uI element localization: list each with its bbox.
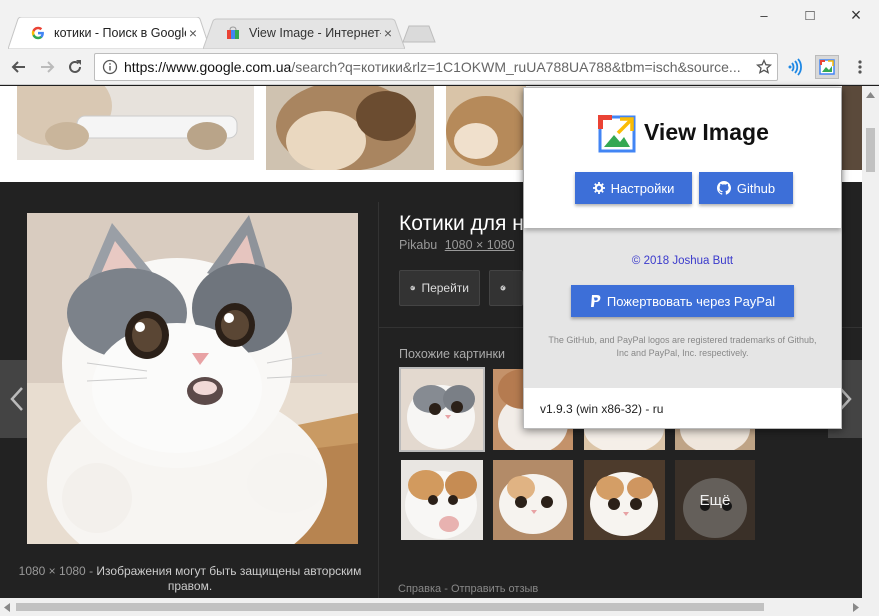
source-site: Pikabu <box>399 238 438 252</box>
help-link[interactable]: Справка <box>398 583 441 595</box>
similar-image[interactable] <box>584 460 665 540</box>
popup-title: View Image <box>644 119 769 145</box>
arrow-left-icon <box>11 61 25 73</box>
bookmark-star-icon[interactable] <box>751 59 777 75</box>
caption-separator: - <box>89 564 94 578</box>
view-image-button[interactable] <box>489 270 523 306</box>
view-image-logo-icon <box>819 59 835 75</box>
image-size-link[interactable]: 1080 × 1080 <box>445 238 515 252</box>
more-vertical-icon <box>858 60 862 74</box>
copyright-warning: Изображения могут быть защищены авторски… <box>96 564 362 593</box>
paypal-label: Пожертвовать через PayPal <box>606 293 776 309</box>
version-info: v1.9.3 (win x86-32) - ru <box>540 402 664 416</box>
close-icon: × <box>850 4 862 25</box>
similar-images-heading: Похожие картинки <box>399 347 505 361</box>
close-window-button[interactable]: × <box>833 0 879 30</box>
url-text[interactable]: https://www.google.com.ua/search?q=котик… <box>124 59 751 75</box>
image-caption: 1080 × 1080 - Изображения могут быть защ… <box>0 564 380 594</box>
visit-page-button[interactable]: Перейти <box>399 270 480 306</box>
result-thumbnail[interactable] <box>446 86 526 170</box>
settings-label: Настройки <box>610 180 675 196</box>
settings-button[interactable]: Настройки <box>575 172 692 204</box>
similar-image[interactable] <box>493 460 573 540</box>
maximize-button[interactable]: □ <box>787 0 833 30</box>
main-kitten-image[interactable] <box>27 213 358 544</box>
image-source: Pikabu 1080 × 1080 <box>399 238 515 252</box>
caption-size: 1080 × 1080 <box>18 564 86 578</box>
github-icon <box>716 181 731 195</box>
chrome-store-favicon-icon <box>225 25 241 41</box>
result-thumbnail[interactable] <box>842 86 862 170</box>
tab-title: View Image - Интернет-магазин Chrome <box>249 26 381 40</box>
tab-close-icon[interactable]: × <box>186 25 200 41</box>
popup-header: View Image Настройки Github <box>524 88 841 228</box>
scroll-left-icon[interactable] <box>4 603 10 612</box>
popup-body: © 2018 Joshua Butt Пожертвовать через Pa… <box>524 228 841 388</box>
reload-button[interactable] <box>63 55 87 79</box>
address-bar[interactable]: https://www.google.com.ua/search?q=котик… <box>94 53 778 81</box>
vertical-scrollbar[interactable] <box>862 86 879 598</box>
vertical-scroll-thumb[interactable] <box>866 128 875 172</box>
viewer-divider <box>378 202 379 598</box>
scroll-up-icon[interactable] <box>866 92 875 98</box>
minimize-icon: – <box>760 7 768 23</box>
paypal-donate-button[interactable]: Пожертвовать через PayPal <box>571 285 794 317</box>
visit-label: Перейти <box>421 281 469 295</box>
tab-close-icon[interactable]: × <box>381 25 395 41</box>
url-path: /search?q=котики&rlz=1C1OKWM_ruUA788UA78… <box>291 59 741 75</box>
result-thumbnail[interactable] <box>266 86 434 170</box>
viewer-footer: Справка - Отправить отзыв <box>398 583 538 595</box>
minimize-button[interactable]: – <box>741 0 787 30</box>
back-button[interactable] <box>7 55 31 79</box>
paypal-icon <box>590 294 601 307</box>
tab-google-search[interactable]: котики - Поиск в Google × <box>8 17 210 49</box>
result-thumbnail[interactable] <box>17 86 254 160</box>
more-label: Ещё <box>699 491 731 509</box>
arrow-right-icon <box>41 61 55 73</box>
chrome-menu-button[interactable] <box>848 55 872 79</box>
view-image-popup: View Image Настройки Github © 2018 Joshu… <box>523 87 842 429</box>
broadcast-icon <box>788 58 802 76</box>
similar-image[interactable] <box>401 460 483 540</box>
trademark-notice: The GitHub, and PayPal logos are registe… <box>548 335 817 358</box>
maximize-icon: □ <box>805 6 815 24</box>
scroll-right-icon[interactable] <box>853 603 859 612</box>
reload-icon <box>69 60 81 73</box>
new-tab-button[interactable] <box>402 25 436 43</box>
cast-extension-button[interactable] <box>784 55 808 79</box>
chevron-left-icon <box>10 387 23 411</box>
tab-view-image-store[interactable]: View Image - Интернет-магазин Chrome × <box>203 17 405 49</box>
view-image-extension-button[interactable] <box>815 55 839 79</box>
globe-icon <box>410 285 415 291</box>
copyright-link[interactable]: © 2018 Joshua Butt <box>524 255 841 267</box>
google-favicon-icon <box>30 25 46 41</box>
url-host: https://www.google.com.ua <box>124 59 292 75</box>
github-label: Github <box>736 180 776 196</box>
toolbar: https://www.google.com.ua/search?q=котик… <box>0 49 879 85</box>
info-icon[interactable] <box>101 58 119 76</box>
globe-icon <box>500 285 506 291</box>
feedback-link[interactable]: Отправить отзыв <box>451 583 538 595</box>
forward-button[interactable] <box>35 55 59 79</box>
more-images-button[interactable]: Ещё <box>675 460 755 540</box>
tab-title: котики - Поиск в Google <box>54 26 186 40</box>
gear-icon <box>592 182 605 194</box>
view-image-logo-icon <box>598 115 636 153</box>
horizontal-scroll-thumb[interactable] <box>16 603 764 611</box>
footer-separator: - <box>444 583 448 595</box>
title-bar: котики - Поиск в Google × View Image - И… <box>0 0 879 49</box>
similar-image[interactable] <box>399 367 485 452</box>
github-button[interactable]: Github <box>699 172 793 204</box>
horizontal-scrollbar[interactable] <box>0 598 879 616</box>
